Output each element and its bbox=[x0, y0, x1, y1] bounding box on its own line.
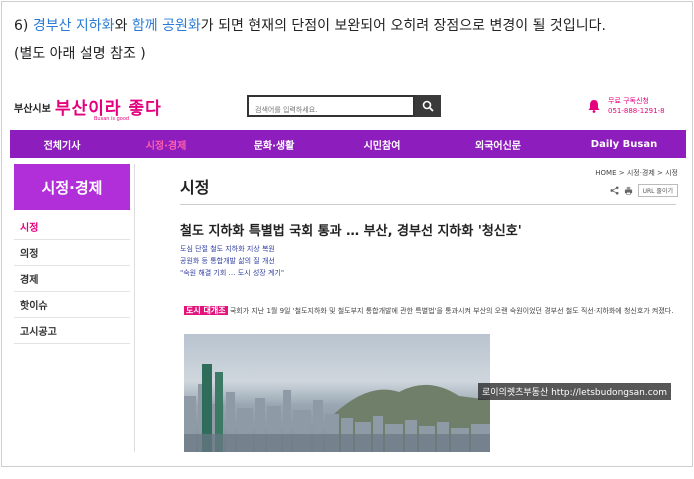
intro-rest: 가 되면 현재의 단점이 보완되어 오히려 장점으로 변경이 될 것입니다. bbox=[200, 18, 606, 34]
nav-item-daily-busan[interactable]: Daily Busan bbox=[562, 130, 686, 158]
article-subtitle: 도심 단절 철도 지하화 지상 복원 bbox=[180, 245, 275, 253]
main-nav: 전체기사 시정·경제 문화·생활 시민참여 외국어신문 Daily Busan bbox=[10, 130, 686, 158]
article-photo bbox=[184, 334, 490, 452]
page-title: 시정 bbox=[180, 178, 210, 197]
article-tools: URL 줄이기 bbox=[610, 184, 678, 197]
breadcrumb: HOME > 시정·경제 > 시정 bbox=[595, 169, 678, 177]
city-skyline-image bbox=[184, 364, 490, 452]
sidebar-item-notice[interactable]: 고시공고 bbox=[14, 318, 130, 344]
intro-highlight-2: 함께 공원화 bbox=[131, 18, 201, 34]
embedded-screenshot: 부산시보 부산이라 좋다 Busan is good 무료 구독신청 051-8… bbox=[10, 88, 686, 452]
sidebar-item-hot-issue[interactable]: 핫이슈 bbox=[14, 292, 130, 318]
intro-prefix: 6) bbox=[14, 18, 33, 34]
search-box bbox=[247, 95, 415, 119]
search-input[interactable] bbox=[249, 101, 413, 119]
article-title: 철도 지하화 특별법 국회 통과 … 부산, 경부선 지하화 '청신호' bbox=[180, 224, 522, 239]
article-subtitles: 도심 단절 철도 지하화 지상 복원 공원화 등 통합개발 삶의 질 개선 "숙… bbox=[180, 243, 284, 279]
sidebar-divider bbox=[134, 164, 135, 452]
logo-tagline: Busan is good bbox=[94, 116, 130, 122]
article-subtitle: "숙원 해결 기회 … 도시 성장 계기" bbox=[180, 269, 285, 277]
content-frame: 6) 경부산 지하화와 함께 공원화가 되면 현재의 단점이 보완되어 오히려 … bbox=[1, 1, 693, 467]
sidebar-item-council[interactable]: 의정 bbox=[14, 240, 130, 266]
category-tag: 도시 대개조 bbox=[184, 306, 228, 315]
nav-item-foreign-news[interactable]: 외국어신문 bbox=[434, 130, 562, 158]
nav-item-participation[interactable]: 시민참여 bbox=[330, 130, 434, 158]
header-divider bbox=[180, 204, 676, 205]
brand-small: 부산시보 bbox=[14, 104, 51, 115]
subscribe-label: 무료 구독신청 bbox=[608, 97, 649, 105]
nav-item-all[interactable]: 전체기사 bbox=[10, 130, 114, 158]
bell-icon bbox=[588, 100, 600, 113]
search-icon bbox=[422, 100, 434, 112]
sidebar-item-city[interactable]: 시정 bbox=[14, 214, 130, 240]
watermark: 로이의렛츠부동산 http://letsbudongsan.com bbox=[478, 383, 671, 400]
intro-mid: 와 bbox=[114, 18, 132, 34]
print-icon[interactable] bbox=[624, 186, 633, 195]
article-body-text: 국회가 지난 1월 9일 '철도지하화 및 철도부지 통합개발에 관한 특별법'… bbox=[227, 307, 674, 315]
intro-text: 6) 경부산 지하화와 함께 공원화가 되면 현재의 단점이 보완되어 오히려 … bbox=[14, 12, 684, 68]
sidebar-item-economy[interactable]: 경제 bbox=[14, 266, 130, 292]
intro-highlight-1: 경부산 지하화 bbox=[32, 18, 115, 34]
nav-item-city-economy[interactable]: 시정·경제 bbox=[114, 130, 218, 158]
article-subtitle: 공원화 등 통합개발 삶의 질 개선 bbox=[180, 257, 275, 265]
intro-line-2: (별도 아래 설명 참조 ) bbox=[14, 46, 146, 62]
sidebar-menu: 시정 의정 경제 핫이슈 고시공고 bbox=[14, 214, 130, 344]
intro-line-1: 6) 경부산 지하화와 함께 공원화가 되면 현재의 단점이 보완되어 오히려 … bbox=[14, 12, 684, 40]
sidebar-title: 시정·경제 bbox=[14, 164, 130, 210]
article-body: 도시 대개조 국회가 지난 1월 9일 '철도지하화 및 철도부지 통합개발에 … bbox=[184, 304, 678, 318]
subscribe-phone: 051-888-1291-8 bbox=[608, 107, 665, 115]
subscribe-link[interactable]: 무료 구독신청 051-888-1291-8 bbox=[586, 96, 665, 116]
search-button[interactable] bbox=[415, 95, 441, 117]
shorten-url-button[interactable]: URL 줄이기 bbox=[637, 184, 678, 197]
nav-item-culture[interactable]: 문화·생활 bbox=[218, 130, 330, 158]
share-icon[interactable] bbox=[610, 186, 619, 195]
